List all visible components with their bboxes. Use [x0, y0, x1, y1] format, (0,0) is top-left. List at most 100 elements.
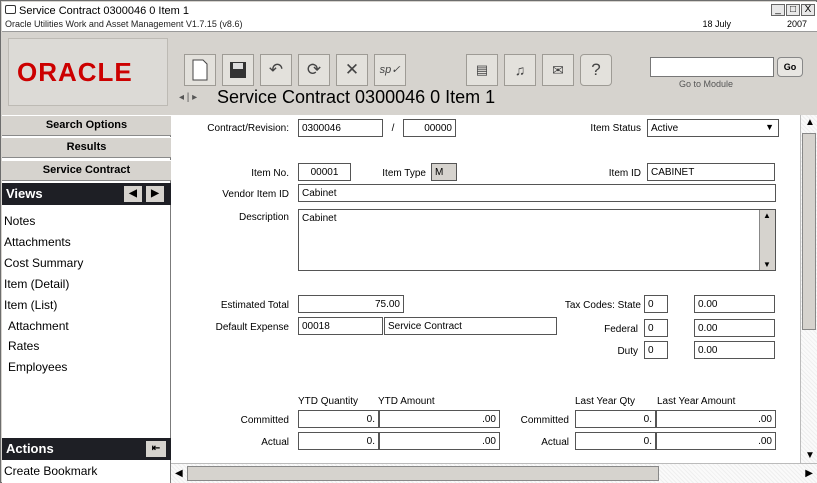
- description-label: Description: [238, 212, 289, 223]
- help-icon[interactable]: ?: [580, 54, 612, 86]
- ytd-actual-amt-field[interactable]: .00: [379, 432, 500, 450]
- ytd-actual-label: Actual: [261, 437, 289, 448]
- minimize-button[interactable]: _: [771, 4, 785, 16]
- mail-icon[interactable]: ✉: [542, 54, 574, 86]
- estimated-total-label: Estimated Total: [220, 300, 289, 311]
- ytd-committed-label: Committed: [240, 415, 289, 426]
- date-display: 18 July: [702, 19, 731, 29]
- default-expense-code-field[interactable]: 00018: [298, 317, 383, 335]
- action-create-bookmark[interactable]: Create Bookmark: [4, 464, 97, 478]
- duty-rate-field[interactable]: 0.00: [694, 341, 775, 359]
- item-type-label: Item Type: [382, 168, 426, 179]
- item-status-value: Active: [651, 123, 679, 134]
- ly-committed-amt-field[interactable]: .00: [656, 410, 776, 428]
- scroll-down-icon[interactable]: ▼: [805, 450, 815, 461]
- sidebar-item-attachments[interactable]: Attachments: [4, 235, 71, 249]
- sidebar-item-item-list[interactable]: Item (List): [4, 298, 57, 312]
- sidebar-subitem-rates[interactable]: Rates: [8, 339, 39, 353]
- logo-panel: ORACLE: [8, 38, 168, 106]
- item-type-field[interactable]: M: [431, 163, 457, 181]
- delete-icon[interactable]: ✕: [336, 54, 368, 86]
- ytd-committed-amt-field[interactable]: .00: [379, 410, 500, 428]
- estimated-total-field[interactable]: 75.00: [298, 295, 404, 313]
- vendor-item-field[interactable]: Cabinet: [298, 184, 776, 202]
- item-status-label: Item Status: [590, 123, 641, 134]
- item-id-field[interactable]: CABINET: [647, 163, 775, 181]
- ytd-amount-header: YTD Amount: [378, 396, 435, 407]
- vertical-scroll-thumb[interactable]: [802, 133, 816, 330]
- state-code-field[interactable]: 0: [644, 295, 668, 313]
- ly-actual-label: Actual: [541, 437, 569, 448]
- ly-actual-qty-field[interactable]: 0.: [575, 432, 656, 450]
- sidebar-subitem-attachment[interactable]: Attachment: [8, 319, 69, 333]
- report-icon[interactable]: ▤: [466, 54, 498, 86]
- description-scrollbar[interactable]: ▲ ▼: [759, 210, 775, 270]
- horizontal-scroll-thumb[interactable]: [187, 466, 659, 481]
- federal-code-field[interactable]: 0: [644, 319, 668, 337]
- main-form: Contract/Revision: 0300046 / 00000 Item …: [171, 115, 800, 463]
- contract-field[interactable]: 0300046: [298, 119, 383, 137]
- page-title: Service Contract 0300046 0 Item 1: [217, 87, 496, 107]
- federal-rate-field[interactable]: 0.00: [694, 319, 775, 337]
- views-header: Views ◀ ▶: [2, 183, 171, 205]
- scroll-left-icon[interactable]: ◀: [175, 468, 183, 479]
- description-text: Cabinet: [302, 213, 337, 224]
- duty-code-field[interactable]: 0: [644, 341, 668, 359]
- application-window: Service Contract 0300046 0 Item 1 Oracle…: [0, 0, 817, 483]
- close-button[interactable]: X: [801, 4, 815, 16]
- sidebar: Search Options Results Service Contract …: [2, 115, 171, 483]
- revision-separator: /: [391, 123, 395, 134]
- year-display: 2007: [786, 19, 807, 29]
- module-input[interactable]: [650, 57, 774, 77]
- scroll-up-icon[interactable]: ▲: [805, 117, 815, 128]
- go-button[interactable]: Go: [777, 57, 803, 77]
- horizontal-scrollbar[interactable]: ◀ ▶: [171, 463, 817, 483]
- item-id-label: Item ID: [608, 168, 641, 179]
- spell-check-icon[interactable]: sp✓: [374, 54, 406, 86]
- ly-actual-amt-field[interactable]: .00: [656, 432, 776, 450]
- results-button[interactable]: Results: [2, 137, 171, 158]
- sidebar-subitem-employees[interactable]: Employees: [8, 360, 67, 374]
- revision-field[interactable]: 00000: [403, 119, 456, 137]
- service-contract-button[interactable]: Service Contract: [2, 160, 171, 181]
- oracle-logo: ORACLE: [17, 57, 133, 87]
- scroll-down-icon[interactable]: ▼: [763, 260, 771, 269]
- maximize-button[interactable]: □: [786, 4, 800, 16]
- views-prev-icon[interactable]: ◀: [124, 186, 142, 202]
- bell-icon[interactable]: ♫: [504, 54, 536, 86]
- toolbar: ORACLE ↶ ⟳ ✕ sp✓ ▤ ♫ ✉ ? Go to Module Go…: [2, 32, 817, 115]
- item-no-field[interactable]: 00001: [298, 163, 351, 181]
- sidebar-item-item-detail[interactable]: Item (Detail): [4, 277, 69, 291]
- new-icon[interactable]: [184, 54, 216, 86]
- save-icon[interactable]: [222, 54, 254, 86]
- actions-collapse-icon[interactable]: ⇤: [146, 441, 166, 457]
- ly-committed-qty-field[interactable]: 0.: [575, 410, 656, 428]
- refresh-icon[interactable]: ⟳: [298, 54, 330, 86]
- federal-label: Federal: [604, 324, 638, 335]
- actions-header: Actions ⇤: [2, 438, 171, 460]
- record-nav-arrows[interactable]: ◂ | ▸: [179, 92, 197, 103]
- sidebar-item-cost-summary[interactable]: Cost Summary: [4, 256, 83, 270]
- default-expense-name-field[interactable]: Service Contract: [384, 317, 557, 335]
- views-title: Views: [6, 186, 43, 201]
- title-bar: Service Contract 0300046 0 Item 1 Oracle…: [2, 2, 817, 32]
- last-year-qty-header: Last Year Qty: [575, 396, 636, 407]
- actions-title: Actions: [6, 441, 54, 456]
- default-expense-label: Default Expense: [215, 322, 289, 333]
- scroll-right-icon[interactable]: ▶: [805, 468, 813, 479]
- search-options-button[interactable]: Search Options: [2, 115, 171, 136]
- item-no-label: Item No.: [251, 168, 289, 179]
- sidebar-item-notes[interactable]: Notes: [4, 214, 35, 228]
- duty-label: Duty: [617, 346, 638, 357]
- scroll-up-icon[interactable]: ▲: [763, 211, 771, 220]
- state-rate-field[interactable]: 0.00: [694, 295, 775, 313]
- vendor-item-label: Vendor Item ID: [222, 189, 289, 200]
- last-year-amount-header: Last Year Amount: [657, 396, 736, 407]
- undo-icon[interactable]: ↶: [260, 54, 292, 86]
- ytd-committed-qty-field[interactable]: 0.: [298, 410, 379, 428]
- item-status-select[interactable]: Active ▼: [647, 119, 779, 137]
- ytd-actual-qty-field[interactable]: 0.: [298, 432, 379, 450]
- views-next-icon[interactable]: ▶: [146, 186, 164, 202]
- description-field[interactable]: Cabinet ▲ ▼: [298, 209, 776, 271]
- vertical-scrollbar[interactable]: ▲ ▼: [800, 115, 817, 463]
